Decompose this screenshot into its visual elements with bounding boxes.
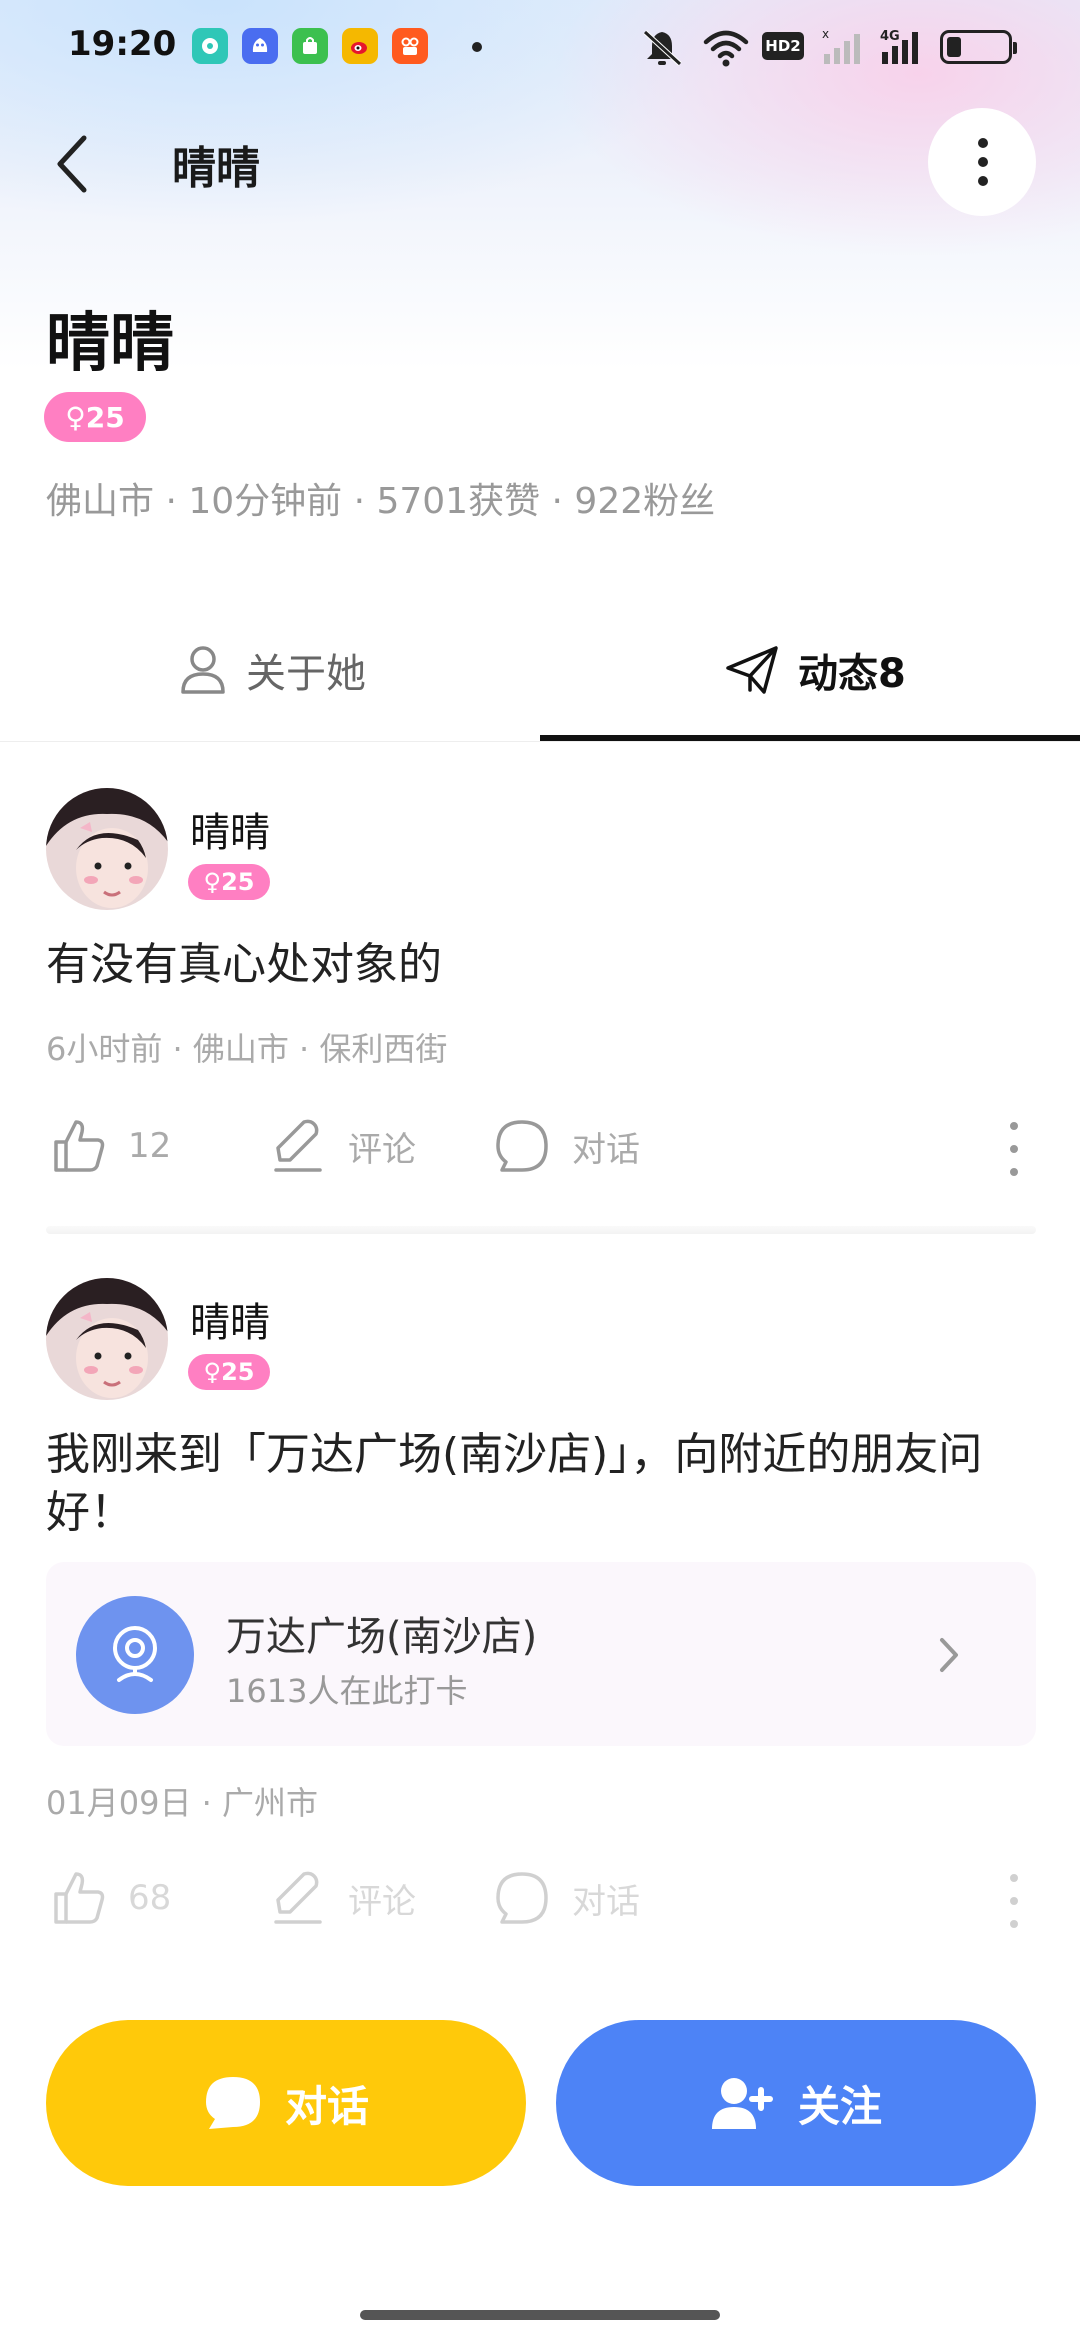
more-vertical-icon [978, 138, 988, 148]
comment-button[interactable]: 评论 [270, 1118, 416, 1174]
back-button[interactable] [44, 128, 104, 198]
chat-action-label: 对话 [284, 2081, 369, 2131]
home-indicator[interactable] [360, 2310, 720, 2320]
post-author: 晴晴 [190, 810, 270, 856]
like-count: 12 [128, 1126, 172, 1166]
profile-name: 晴晴 [46, 307, 174, 381]
post-text: 我刚来到「万达广场(南沙店)」，向附近的朋友问好！ [46, 1429, 983, 1538]
follow-label: 关注 [797, 2081, 882, 2131]
like-count: 68 [128, 1878, 172, 1918]
post-more-button[interactable] [994, 1866, 1034, 1936]
location-pin-icon [76, 1596, 194, 1714]
send-icon [726, 646, 778, 694]
chat-bubble-icon [496, 1872, 548, 1924]
chat-button[interactable]: 对话 [494, 1870, 640, 1926]
chevron-right-icon [940, 1638, 958, 1672]
more-vertical-icon [1010, 1874, 1018, 1882]
like-button[interactable]: 68 [52, 1870, 171, 1926]
signal-empty-icon: x [822, 28, 860, 64]
post-more-button[interactable] [994, 1114, 1034, 1184]
qq-icon [242, 28, 278, 64]
post-meta: 6小时前 · 佛山市 · 保利西街 [46, 1030, 448, 1068]
tab-about-label: 关于她 [246, 651, 366, 697]
comment-label: 评论 [348, 1881, 416, 1922]
location-name: 万达广场(南沙店) [226, 1614, 538, 1660]
tab-about[interactable]: 关于她 [178, 630, 366, 710]
kuaishou-icon [392, 28, 428, 64]
nav-title: 晴晴 [172, 143, 260, 194]
chat-bubble-icon [496, 1120, 548, 1172]
comment-button[interactable]: 评论 [270, 1870, 416, 1926]
status-bar: 19:20 HD2 x 4G [0, 0, 1080, 96]
chat-label: 对话 [572, 1129, 640, 1170]
svg-text:x: x [822, 28, 829, 41]
post-meta: 01月09日 · 广州市 [46, 1784, 318, 1822]
profile-meta: 佛山市 · 10分钟前 · 5701获赞 · 922粉丝 [46, 481, 716, 522]
weibo-icon [342, 28, 378, 64]
shopping-app-icon [292, 28, 328, 64]
add-user-icon [711, 2078, 773, 2129]
more-vertical-icon [1010, 1122, 1018, 1130]
chat-action-button[interactable]: 对话 [46, 2020, 526, 2186]
post-separator [46, 1226, 1036, 1234]
chevron-left-icon [57, 135, 87, 193]
comment-label: 评论 [348, 1129, 416, 1170]
chat-app-icon [192, 28, 228, 64]
follow-button[interactable]: 关注 [556, 2020, 1036, 2186]
wifi-icon [703, 30, 749, 67]
location-card[interactable]: 万达广场(南沙店) 1613人在此打卡 [46, 1562, 1036, 1746]
avatar[interactable] [46, 1278, 168, 1400]
tab-posts[interactable]: 动态8 [724, 630, 906, 710]
post-author: 晴晴 [190, 1300, 270, 1346]
notification-dot [472, 42, 482, 52]
chat-bubble-icon [205, 2077, 260, 2129]
location-checkins: 1613人在此打卡 [226, 1672, 468, 1710]
battery-icon [940, 30, 1017, 64]
person-icon [181, 646, 225, 694]
avatar[interactable] [46, 788, 168, 910]
profile-page: 19:20 HD2 x 4G 晴晴 晴晴 ♀25 佛山市 · 10分钟前 · 5… [0, 0, 1080, 2340]
gender-age-badge: ♀25 [188, 864, 270, 900]
more-button[interactable] [928, 108, 1036, 216]
thumbs-up-icon [54, 1120, 105, 1172]
status-time: 19:20 [68, 24, 177, 64]
gender-age-badge: ♀25 [188, 1354, 270, 1390]
post-text: 有没有真心处对象的 [46, 939, 442, 990]
tab-posts-label: 动态8 [798, 651, 906, 697]
mute-icon [643, 30, 682, 66]
signal-4g-icon: 4G [880, 29, 918, 64]
thumbs-up-icon [54, 1872, 105, 1924]
pencil-icon [274, 1119, 322, 1172]
pencil-icon [274, 1871, 322, 1924]
like-button[interactable]: 12 [52, 1118, 171, 1174]
hd-voice-badge: HD2 [762, 32, 804, 60]
chat-label: 对话 [572, 1881, 640, 1922]
tab-divider [0, 741, 1080, 742]
chat-button[interactable]: 对话 [494, 1118, 640, 1174]
network-type-label: 4G [880, 29, 900, 44]
gender-age-badge: ♀25 [44, 392, 146, 442]
